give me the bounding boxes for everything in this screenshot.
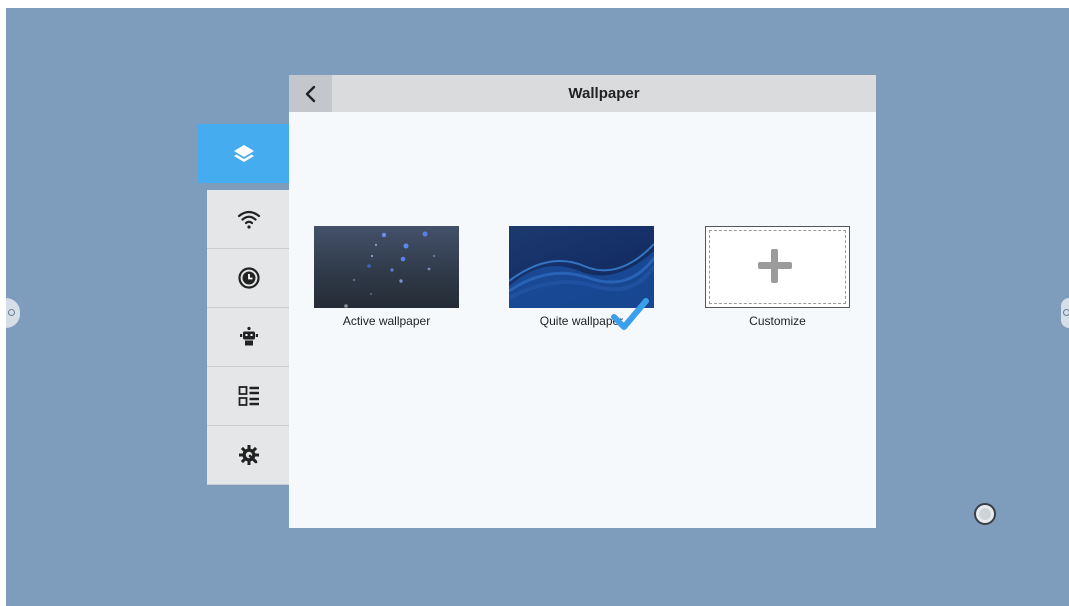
wallpaper-panel: Wallpaper Active wallpaper Quite wallpap… [289, 75, 876, 528]
active-wallpaper-thumbnail[interactable] [314, 226, 459, 308]
gear-wrench-icon [238, 445, 259, 465]
customize-wallpaper-button[interactable] [705, 226, 850, 308]
active-wallpaper-label: Active wallpaper [342, 314, 431, 328]
checkmark-icon [611, 298, 649, 330]
particles-image [344, 231, 435, 308]
sidebar-item-network[interactable] [207, 190, 290, 249]
floating-home-button[interactable] [974, 503, 996, 525]
handle-dot-icon [1063, 309, 1069, 316]
list-grid-icon [238, 386, 259, 406]
layers-icon [233, 144, 254, 162]
right-edge-handle[interactable] [1061, 298, 1069, 328]
sidebar-item-apps[interactable] [207, 367, 290, 426]
left-edge-handle[interactable] [6, 298, 20, 328]
wifi-icon [237, 210, 260, 229]
settings-sidebar [197, 124, 290, 485]
title-bar: Wallpaper [289, 75, 876, 112]
customize-label: Customize [749, 314, 806, 328]
robot-icon [239, 326, 258, 346]
sidebar-item-time[interactable] [207, 249, 290, 308]
handle-dot-icon [8, 309, 15, 316]
plus-icon-bar [758, 262, 792, 269]
sidebar-item-system[interactable] [207, 426, 290, 485]
chevron-left-icon [305, 85, 315, 102]
sidebar-item-assistant[interactable] [207, 308, 290, 367]
waves-image [509, 243, 654, 308]
page-title: Wallpaper [568, 85, 640, 102]
sidebar-item-wallpaper[interactable] [197, 124, 290, 183]
quite-wallpaper-thumbnail[interactable] [509, 226, 654, 308]
clock-icon [237, 267, 260, 289]
back-button[interactable] [289, 75, 332, 112]
